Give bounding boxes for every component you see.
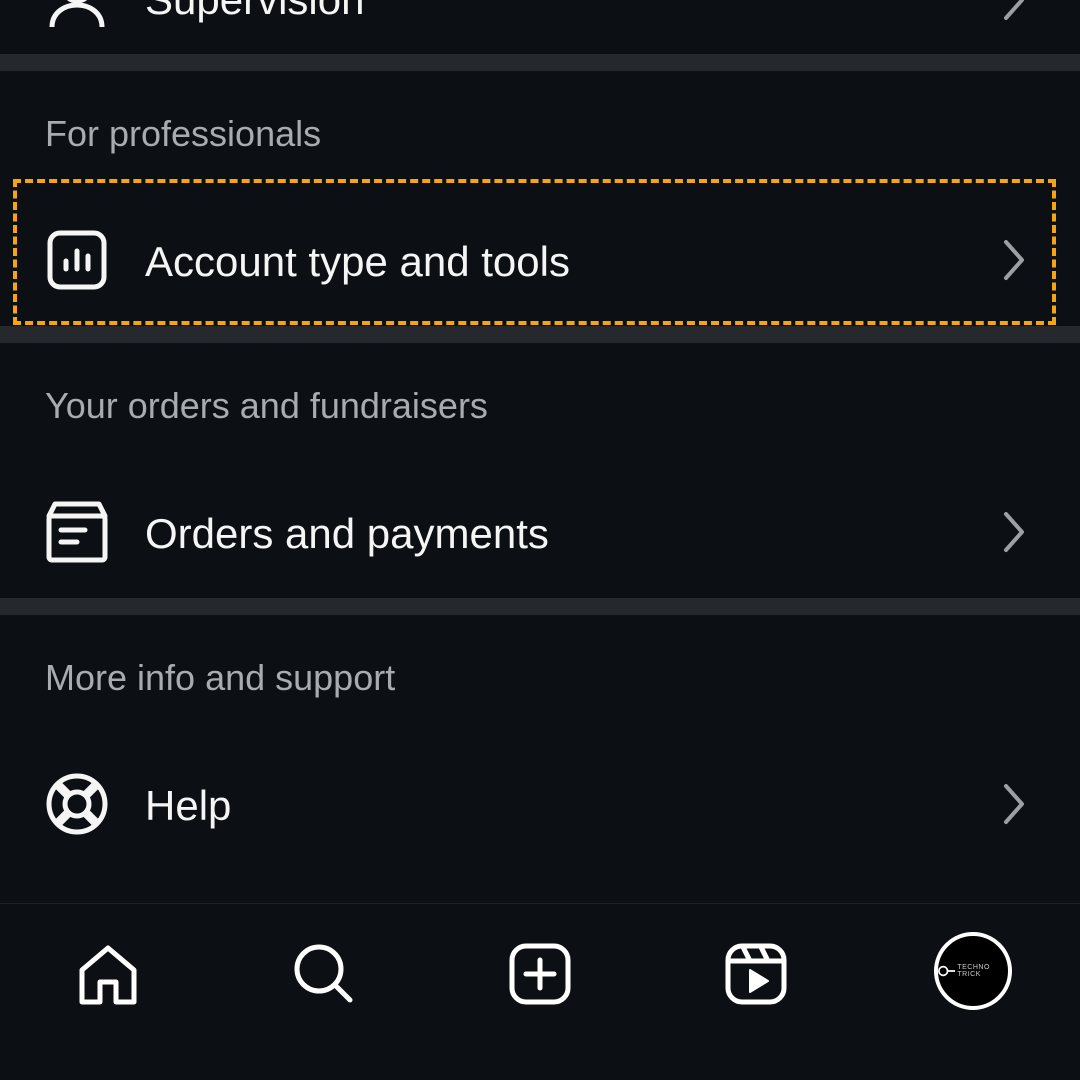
settings-screen: Supervision For professionals Account ty…	[0, 0, 1080, 1080]
supervision-icon	[44, 0, 110, 31]
bottom-nav: TECHNO TRICK	[0, 903, 1080, 1080]
settings-item-label: Supervision	[145, 0, 364, 24]
section-divider	[0, 54, 1080, 71]
section-header-orders: Your orders and fundraisers	[45, 385, 488, 426]
section-divider	[0, 326, 1080, 343]
avatar: TECHNO TRICK	[934, 932, 1012, 1010]
home-icon[interactable]	[68, 934, 148, 1014]
settings-item-help[interactable]: Help	[0, 744, 1080, 864]
reels-icon[interactable]	[716, 934, 796, 1014]
section-header-support: More info and support	[45, 657, 396, 698]
profile-avatar[interactable]: TECHNO TRICK	[932, 930, 1014, 1012]
lifebuoy-icon	[44, 771, 110, 837]
receipt-box-icon	[44, 499, 110, 565]
key-icon	[938, 965, 956, 977]
section-divider	[0, 598, 1080, 615]
section-header-professionals: For professionals	[45, 113, 322, 154]
avatar-text: TECHNO TRICK	[957, 964, 990, 978]
settings-item-label: Help	[145, 782, 232, 829]
chevron-right-icon	[996, 780, 1032, 828]
settings-item-account-type-and-tools[interactable]: Account type and tools	[0, 200, 1080, 320]
settings-item-orders-and-payments[interactable]: Orders and payments	[0, 472, 1080, 592]
chevron-right-icon	[996, 236, 1032, 284]
create-icon[interactable]	[500, 934, 580, 1014]
settings-item-supervision[interactable]: Supervision	[0, 0, 1080, 50]
search-icon[interactable]	[284, 934, 364, 1014]
chart-box-icon	[44, 227, 110, 293]
chevron-right-icon	[996, 0, 1032, 24]
settings-item-label: Account type and tools	[145, 238, 570, 285]
settings-item-label: Orders and payments	[145, 510, 549, 557]
chevron-right-icon	[996, 508, 1032, 556]
